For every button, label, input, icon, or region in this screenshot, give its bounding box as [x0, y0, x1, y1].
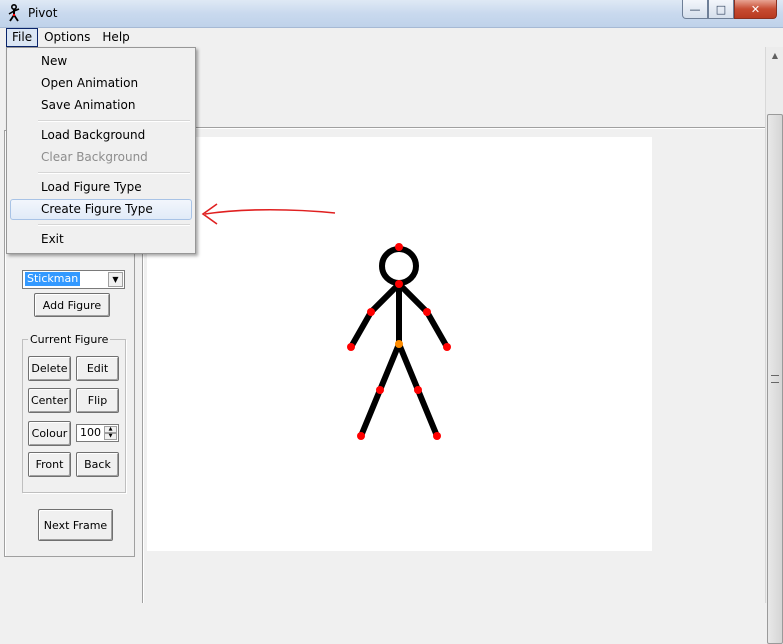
joint-left-foot [357, 432, 365, 440]
colour-stepper[interactable]: 100 ▲ ▼ [76, 424, 119, 442]
close-icon: ✕ [750, 2, 761, 16]
maximize-icon: □ [715, 2, 727, 16]
minimize-button[interactable]: — [682, 0, 708, 19]
menu-item-new[interactable]: New [10, 51, 192, 72]
menu-item-save-animation[interactable]: Save Animation [10, 95, 192, 116]
close-button[interactable]: ✕ [734, 0, 777, 19]
grip-icon [771, 375, 779, 383]
menu-options[interactable]: Options [38, 28, 96, 47]
figure-left-shin [358, 387, 383, 439]
next-frame-button[interactable]: Next Frame [38, 509, 113, 541]
window-title: Pivot [28, 6, 58, 20]
figure-left-upper-arm [368, 281, 402, 315]
current-figure-group-title: Current Figure [28, 333, 111, 346]
menu-item-open-animation[interactable]: Open Animation [10, 73, 192, 94]
colour-button[interactable]: Colour [28, 421, 71, 446]
figure-right-forearm [424, 309, 450, 350]
colour-value: 100 [80, 426, 101, 439]
menu-separator [38, 120, 190, 122]
figure-left-forearm [348, 309, 374, 350]
flip-button[interactable]: Flip [76, 388, 119, 413]
add-figure-button[interactable]: Add Figure [34, 293, 110, 317]
stepper-up-icon[interactable]: ▲ [104, 426, 117, 433]
file-menu-dropdown: New Open Animation Save Animation Load B… [6, 47, 196, 254]
pivot-app-icon [8, 4, 20, 22]
maximize-button[interactable]: □ [708, 0, 734, 19]
scroll-up-icon[interactable]: ▲ [768, 49, 782, 63]
joint-left-hand [347, 343, 355, 351]
menu-help[interactable]: Help [96, 28, 135, 47]
menu-separator [38, 224, 190, 226]
menu-bar: File Options Help [0, 28, 783, 47]
menu-item-load-figure-type[interactable]: Load Figure Type [10, 177, 192, 198]
delete-button[interactable]: Delete [28, 356, 71, 381]
figure-type-value: Stickman [25, 272, 81, 286]
figure-right-shin [415, 387, 440, 439]
figure-right-thigh [396, 341, 421, 393]
joint-neck [395, 280, 403, 288]
stepper-down-icon[interactable]: ▼ [104, 433, 117, 440]
joint-head-top [395, 243, 403, 251]
annotation-arrow-icon [201, 203, 336, 225]
front-button[interactable]: Front [28, 452, 71, 477]
menu-item-load-background[interactable]: Load Background [10, 125, 192, 146]
center-button[interactable]: Center [28, 388, 71, 413]
joint-right-elbow [423, 308, 431, 316]
menu-item-clear-background: Clear Background [41, 150, 148, 164]
joint-right-hand [443, 343, 451, 351]
menu-separator [38, 172, 190, 174]
joint-left-elbow [367, 308, 375, 316]
joint-right-knee [414, 386, 422, 394]
figure-head [379, 246, 419, 286]
menu-item-exit[interactable]: Exit [10, 229, 192, 250]
minimize-icon: — [689, 2, 701, 16]
back-button[interactable]: Back [76, 452, 119, 477]
figure-right-upper-arm [396, 281, 430, 315]
title-bar: Pivot — □ ✕ [0, 0, 783, 28]
figure-left-thigh [377, 341, 402, 393]
edit-button[interactable]: Edit [76, 356, 119, 381]
vertical-scrollbar[interactable]: ▲ [765, 47, 783, 644]
scrollbar-thumb[interactable] [767, 114, 783, 644]
joint-right-foot [433, 432, 441, 440]
toolbar-divider [145, 127, 765, 129]
chevron-down-icon[interactable]: ▼ [108, 272, 123, 287]
figure-type-select[interactable]: Stickman ▼ [22, 270, 125, 289]
menu-file[interactable]: File [6, 28, 39, 47]
joint-origin [395, 340, 403, 348]
menu-item-create-figure-type[interactable]: Create Figure Type [10, 199, 192, 220]
joint-left-knee [376, 386, 384, 394]
